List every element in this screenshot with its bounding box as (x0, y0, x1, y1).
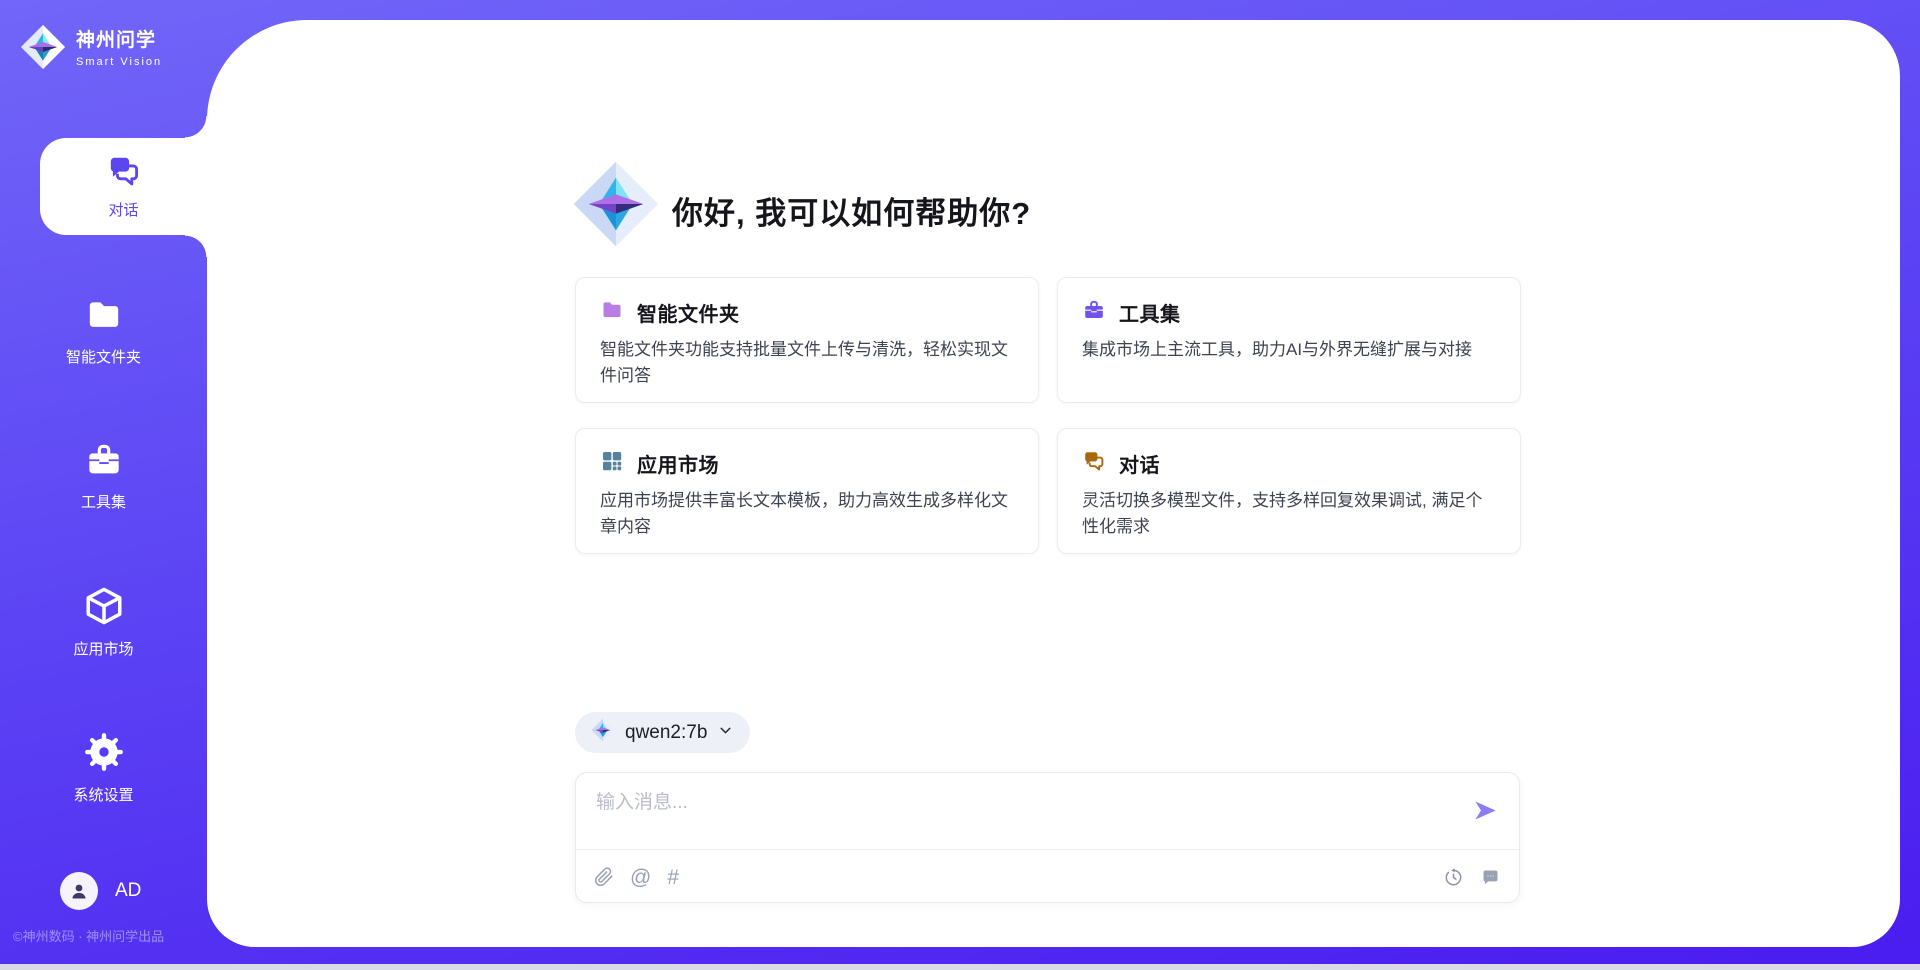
card-title: 应用市场 (637, 449, 719, 478)
sidebar-item-label: 对话 (108, 199, 138, 220)
brand-name: 神州问学 (76, 30, 162, 52)
chat-bubble-icon (1480, 876, 1501, 891)
sidebar-item-label: 工具集 (0, 491, 207, 512)
message-input[interactable] (596, 787, 1456, 839)
card-app-market[interactable]: 应用市场 应用市场提供丰富长文本模板，助力高效生成多样化文章内容 (575, 428, 1039, 554)
card-chat[interactable]: 对话 灵活切换多模型文件，支持多样回复效果调试, 满足个性化需求 (1057, 428, 1521, 554)
copyright-text: ©神州数码 · 神州问学出品 (13, 926, 164, 945)
brand: 神州问学 Smart Vision (20, 24, 162, 75)
sidebar-item-label: 应用市场 (0, 638, 207, 659)
sidebar-item-app-market[interactable]: 应用市场 (0, 585, 207, 659)
brand-subtitle: Smart Vision (76, 56, 162, 68)
sidebar-item-chat[interactable]: 对话 (40, 138, 207, 235)
history-button[interactable] (1443, 867, 1464, 888)
card-title: 工具集 (1119, 298, 1181, 327)
user-initials: AD (115, 880, 141, 902)
send-button[interactable] (1472, 797, 1499, 824)
tab-fillet-bottom (185, 235, 207, 257)
tab-fillet-top (185, 116, 207, 138)
sidebar-item-label: 智能文件夹 (0, 346, 207, 367)
model-selector[interactable]: qwen2:7b (575, 712, 750, 753)
grid-icon (600, 449, 624, 478)
chat-icon (106, 153, 142, 194)
card-description: 集成市场上主流工具，助力AI与外界无缝扩展与对接 (1082, 337, 1496, 363)
toolbox-icon (84, 467, 124, 484)
folder-icon (600, 298, 624, 327)
card-smart-folder[interactable]: 智能文件夹 智能文件夹功能支持批量文件上传与清洗，轻松实现文件问答 (575, 277, 1039, 403)
avatar (60, 872, 98, 910)
gear-icon (83, 760, 125, 777)
page-title: 你好, 我可以如何帮助你? (672, 188, 1031, 233)
toolbox-icon (1082, 298, 1106, 327)
composer-tools-right (1443, 850, 1501, 904)
card-description: 智能文件夹功能支持批量文件上传与清洗，轻松实现文件问答 (600, 337, 1014, 389)
card-title: 智能文件夹 (637, 298, 740, 327)
message-composer: @ # (575, 772, 1520, 903)
model-name: qwen2:7b (625, 722, 707, 744)
sidebar-item-toolset[interactable]: 工具集 (0, 440, 207, 512)
hash-button[interactable]: # (667, 867, 679, 888)
page-bottom-edge (0, 964, 1920, 970)
composer-divider (576, 849, 1519, 850)
chat-icon (1082, 449, 1106, 478)
feedback-button[interactable] (1480, 867, 1501, 888)
mention-button[interactable]: @ (630, 867, 651, 888)
card-description: 灵活切换多模型文件，支持多样回复效果调试, 满足个性化需求 (1082, 488, 1496, 540)
feature-cards: 智能文件夹 智能文件夹功能支持批量文件上传与清洗，轻松实现文件问答 工具集 集成… (575, 277, 1521, 554)
user-account[interactable]: AD (60, 872, 141, 910)
cube-icon (83, 614, 125, 631)
sidebar-item-label: 系统设置 (0, 784, 207, 805)
chevron-down-icon (717, 722, 734, 744)
paperclip-icon (594, 875, 614, 890)
attach-button[interactable] (594, 867, 614, 887)
folder-icon (84, 322, 124, 339)
card-title: 对话 (1119, 449, 1160, 478)
composer-toolbar: @ # (594, 850, 679, 904)
model-diamond-icon (591, 718, 615, 747)
sidebar-item-settings[interactable]: 系统设置 (0, 731, 207, 805)
brand-logo-diamond-icon (20, 24, 66, 75)
app-root: 神州问学 Smart Vision 对话 智能文件夹 (0, 0, 1920, 970)
card-toolset[interactable]: 工具集 集成市场上主流工具，助力AI与外界无缝扩展与对接 (1057, 277, 1521, 403)
sidebar-item-smart-folder[interactable]: 智能文件夹 (0, 295, 207, 367)
card-description: 应用市场提供丰富长文本模板，助力高效生成多样化文章内容 (600, 488, 1014, 540)
history-icon (1443, 876, 1464, 891)
greeting-logo-diamond-icon (572, 160, 660, 253)
